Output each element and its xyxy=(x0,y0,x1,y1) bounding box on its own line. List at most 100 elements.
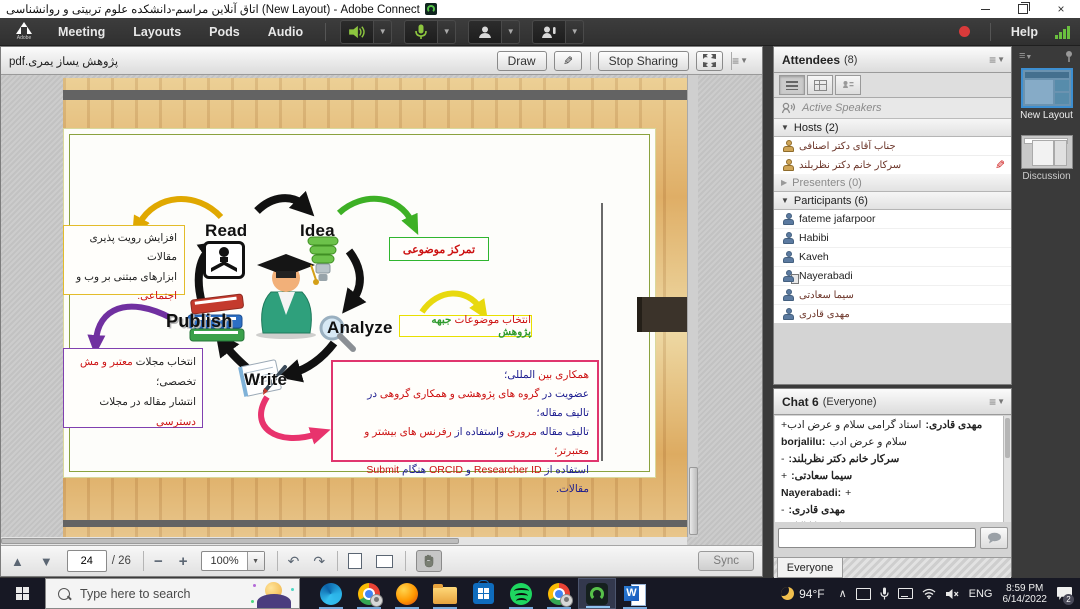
status-view-button[interactable] xyxy=(835,75,861,95)
layout-thumbnail-discussion[interactable] xyxy=(1021,135,1073,169)
breakout-view-button[interactable] xyxy=(807,75,833,95)
attendee-row[interactable]: سرکار خانم دکتر نظربلند ✎ xyxy=(774,155,1011,174)
share-pod-header[interactable]: پژوهش یساز یمری.pdf Draw ✎ Stop Sharing … xyxy=(1,47,762,75)
status-dropdown[interactable]: ▼ xyxy=(566,20,584,44)
fullscreen-icon xyxy=(703,54,716,67)
attendees-pod-header[interactable]: Attendees (8) ≡▼ xyxy=(774,47,1011,73)
chat-message-sender: سیما سعادتی xyxy=(791,470,852,482)
taskbar-search[interactable]: Type here to search xyxy=(45,578,300,609)
minimize-button[interactable] xyxy=(966,0,1004,18)
send-message-button[interactable] xyxy=(980,527,1008,549)
horizontal-scrollbar-thumb[interactable] xyxy=(1,538,459,544)
taskbar-weather[interactable]: 94°F xyxy=(781,587,824,601)
chat-message-sender: مهدی قادری xyxy=(925,419,982,431)
horizontal-scrollbar[interactable] xyxy=(1,537,687,545)
menu-audio[interactable]: Audio xyxy=(254,18,317,46)
chat-scrollbar[interactable] xyxy=(1003,416,1011,522)
zoom-level-select[interactable]: 100% ▼ xyxy=(201,551,264,571)
taskbar-chrome-2[interactable] xyxy=(540,578,578,609)
attendee-row[interactable]: سیما سعادتی xyxy=(774,285,1011,304)
temperature-label: 94°F xyxy=(799,587,824,601)
layouts-menu-icon[interactable]: ≡▼ xyxy=(1019,50,1032,62)
chat-pod-menu-icon[interactable]: ≡▼ xyxy=(989,395,1005,409)
restore-button[interactable] xyxy=(1004,0,1042,18)
tray-volume-muted-icon[interactable] xyxy=(945,588,959,600)
fit-page-button[interactable] xyxy=(348,553,362,569)
chat-input[interactable] xyxy=(778,528,976,548)
tray-display-icon[interactable] xyxy=(856,588,871,600)
pen-tool-button[interactable]: ✎ xyxy=(554,51,582,71)
speaker-dropdown[interactable]: ▼ xyxy=(374,20,392,44)
page-number-input[interactable] xyxy=(67,550,107,572)
presenters-section-header[interactable]: ▶ Presenters (0) xyxy=(774,174,1011,192)
chat-message-text: + xyxy=(845,487,851,499)
fit-width-button[interactable] xyxy=(376,555,393,568)
language-indicator[interactable]: ENG xyxy=(969,588,993,600)
chat-scrollbar-thumb[interactable] xyxy=(1005,418,1010,458)
status-button[interactable] xyxy=(532,20,566,44)
taskbar-firefox[interactable] xyxy=(388,578,426,609)
share-pod-menu-icon[interactable]: ≡▼ xyxy=(732,54,748,68)
menu-layouts[interactable]: Layouts xyxy=(119,18,195,46)
stop-sharing-button[interactable]: Stop Sharing xyxy=(598,51,689,71)
vertical-scrollbar[interactable] xyxy=(687,75,698,537)
search-highlight-art[interactable] xyxy=(249,580,297,608)
tray-microphone-icon[interactable] xyxy=(880,587,889,600)
zoom-dropdown-icon[interactable]: ▼ xyxy=(247,552,264,570)
sync-button[interactable]: Sync xyxy=(698,551,754,571)
taskbar-file-explorer[interactable] xyxy=(426,578,464,609)
chat-tab-everyone[interactable]: Everyone xyxy=(777,558,843,578)
host-name: جناب آقای دکتر اصنافی xyxy=(799,141,896,152)
menu-meeting[interactable]: Meeting xyxy=(44,18,119,46)
pin-icon[interactable] xyxy=(1064,50,1074,62)
webcam-button[interactable] xyxy=(468,20,502,44)
tray-keyboard-icon[interactable] xyxy=(898,588,913,599)
draw-button[interactable]: Draw xyxy=(497,51,547,71)
layout-label-new-layout: New Layout xyxy=(1013,110,1080,121)
connection-signal-icon[interactable] xyxy=(1054,25,1070,39)
menu-pods[interactable]: Pods xyxy=(195,18,254,46)
pan-tool-button[interactable] xyxy=(416,550,442,572)
taskbar-edge[interactable] xyxy=(312,578,350,609)
tray-wifi-icon[interactable] xyxy=(922,588,936,599)
zoom-in-button[interactable]: + xyxy=(179,553,188,570)
taskbar-word[interactable]: W xyxy=(616,578,654,609)
previous-page-button[interactable]: ▲ xyxy=(11,554,24,569)
attendee-row[interactable]: جناب آقای دکتر اصنافی xyxy=(774,137,1011,155)
taskbar-spotify[interactable] xyxy=(502,578,540,609)
attendee-row[interactable]: Habibi xyxy=(774,228,1011,247)
rotate-left-button[interactable]: ↶ xyxy=(288,553,300,570)
rotate-right-button[interactable]: ↷ xyxy=(313,553,325,570)
taskbar-store[interactable] xyxy=(464,578,502,609)
start-button[interactable] xyxy=(0,578,45,609)
attendees-pod-menu-icon[interactable]: ≡▼ xyxy=(989,53,1005,67)
layout-thumbnail-new-layout[interactable] xyxy=(1021,68,1073,108)
help-menu[interactable]: Help xyxy=(1011,25,1038,39)
next-page-button[interactable]: ▼ xyxy=(40,554,53,569)
speaker-button[interactable] xyxy=(340,20,374,44)
taskbar-clock[interactable]: 8:59 PM 6/14/2022 xyxy=(1003,583,1048,605)
participant-name: Habibi xyxy=(799,232,829,244)
fullscreen-button[interactable] xyxy=(696,51,723,71)
recording-indicator[interactable] xyxy=(959,26,970,37)
attendee-list-view-button[interactable] xyxy=(779,75,805,95)
zoom-out-button[interactable]: − xyxy=(154,553,163,570)
close-button[interactable]: × xyxy=(1042,0,1080,18)
chat-message-list[interactable]: استاد گرامی سلام و عرض ادب+ مهدی قادری b… xyxy=(775,416,1004,522)
tray-chevron-icon[interactable]: ∧ xyxy=(839,587,847,600)
webcam-dropdown[interactable]: ▼ xyxy=(502,20,520,44)
chat-message-text: سلام و عرض ادب xyxy=(829,436,907,448)
taskbar-adobe-connect[interactable] xyxy=(578,578,616,609)
attendee-row[interactable]: Kaveh xyxy=(774,247,1011,266)
chat-pod-header[interactable]: Chat 6 (Everyone) ≡▼ xyxy=(774,389,1011,415)
microphone-button[interactable] xyxy=(404,20,438,44)
taskbar-chrome[interactable] xyxy=(350,578,388,609)
attendee-row[interactable]: مهدی قادری xyxy=(774,304,1011,323)
attendee-row[interactable]: Nayerabadi xyxy=(774,266,1011,285)
hosts-section-header[interactable]: ▼ Hosts (2) xyxy=(774,119,1011,137)
participants-section-header[interactable]: ▼ Participants (6) xyxy=(774,192,1011,210)
participant-avatar-icon xyxy=(782,232,795,245)
microphone-dropdown[interactable]: ▼ xyxy=(438,20,456,44)
vertical-scrollbar-thumb[interactable] xyxy=(689,467,698,535)
attendee-row[interactable]: fateme jafarpoor xyxy=(774,210,1011,228)
